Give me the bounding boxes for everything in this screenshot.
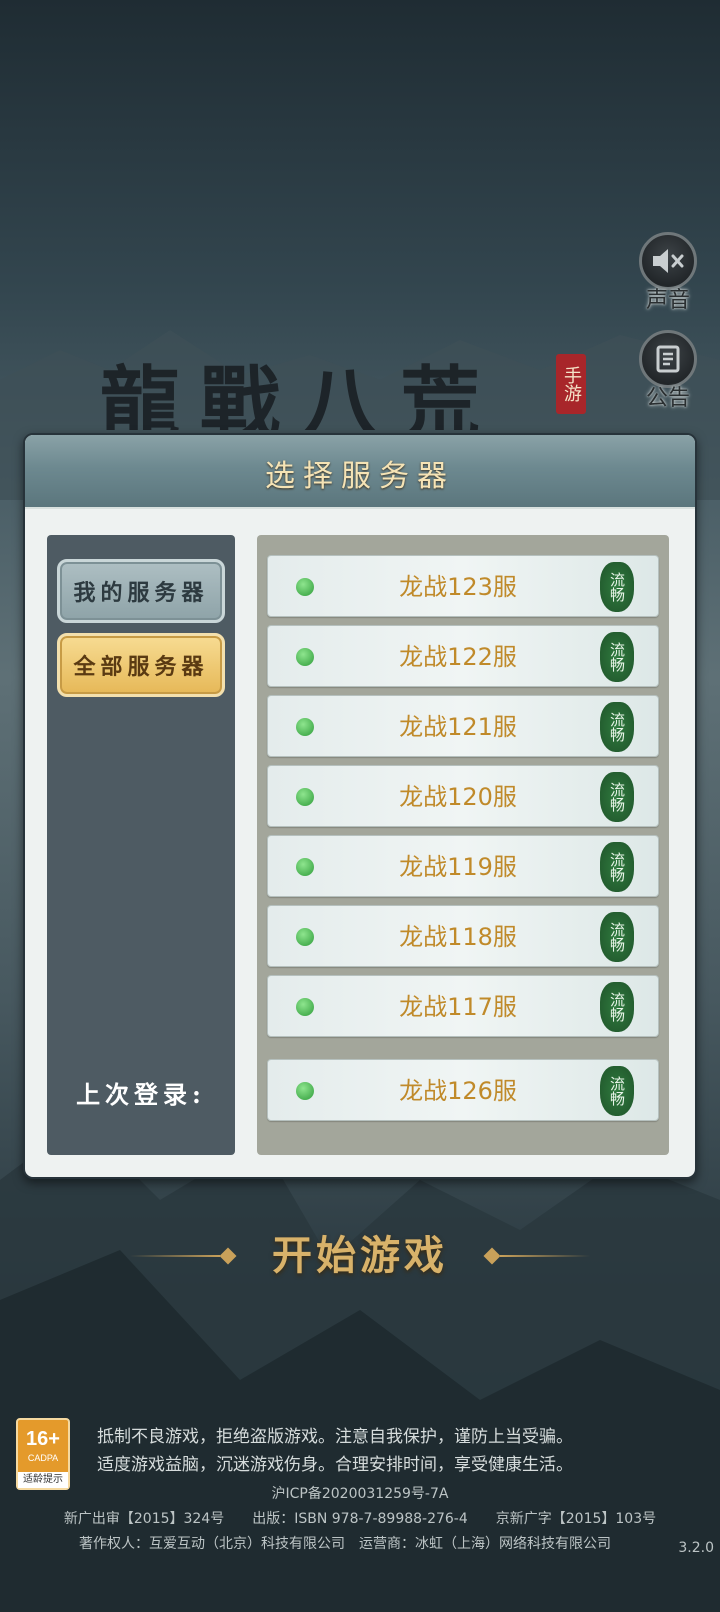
server-name: 龙战123服 bbox=[399, 573, 517, 601]
server-name: 龙战122服 bbox=[399, 643, 517, 671]
status-badge: 流畅 bbox=[600, 982, 634, 1032]
server-row[interactable]: 龙战120服 流畅 bbox=[267, 765, 659, 827]
status-badge: 流畅 bbox=[600, 772, 634, 822]
status-badge: 流畅 bbox=[600, 632, 634, 682]
last-login-server-row[interactable]: 龙战126服 流畅 bbox=[267, 1059, 659, 1121]
panel-header: 选择服务器 bbox=[25, 435, 695, 509]
online-status-icon bbox=[296, 858, 314, 876]
server-row[interactable]: 龙战117服 流畅 bbox=[267, 975, 659, 1037]
version-number: 3.2.0 bbox=[678, 1540, 714, 1556]
server-name: 龙战121服 bbox=[399, 713, 517, 741]
server-name: 龙战120服 bbox=[399, 783, 517, 811]
server-select-panel: 选择服务器 我的服务器 全部服务器 上次登录: 龙战123服 流畅 龙战122服… bbox=[23, 433, 697, 1179]
logo-seal: 手游 bbox=[556, 354, 586, 414]
tab-my-servers[interactable]: 我的服务器 bbox=[57, 559, 225, 623]
server-row[interactable]: 龙战123服 流畅 bbox=[267, 555, 659, 617]
status-badge: 流畅 bbox=[600, 702, 634, 752]
online-status-icon bbox=[296, 648, 314, 666]
last-login-label: 上次登录: bbox=[76, 1080, 206, 1109]
status-badge: 流畅 bbox=[600, 912, 634, 962]
server-row[interactable]: 龙战118服 流畅 bbox=[267, 905, 659, 967]
sound-label: 声音 bbox=[645, 288, 690, 313]
notice-button[interactable]: 公告 bbox=[636, 330, 700, 412]
publication-approval: 新广出审【2015】324号 出版：ISBN 978-7-89988-276-4… bbox=[63, 1511, 657, 1527]
server-row[interactable]: 龙战121服 流畅 bbox=[267, 695, 659, 757]
server-name: 龙战119服 bbox=[399, 853, 517, 881]
sound-toggle-button[interactable]: 声音 bbox=[636, 232, 700, 314]
status-badge: 流畅 bbox=[600, 1066, 634, 1116]
server-name: 龙战118服 bbox=[399, 923, 517, 951]
server-name: 龙战126服 bbox=[399, 1077, 517, 1105]
notice-label: 公告 bbox=[645, 386, 690, 411]
copyright-info: 著作权人：互爱互动（北京）科技有限公司 运营商：冰虹（上海）网络科技有限公司 bbox=[79, 1536, 611, 1552]
server-row[interactable]: 龙战119服 流畅 bbox=[267, 835, 659, 897]
icp-number: 沪ICP备2020031259号-7A bbox=[271, 1486, 449, 1502]
server-list: 龙战123服 流畅 龙战122服 流畅 龙战121服 流畅 龙战120服 流畅 … bbox=[257, 535, 669, 1155]
tab-all-servers[interactable]: 全部服务器 bbox=[57, 633, 225, 697]
health-notice-line1: 抵制不良游戏，拒绝盗版游戏。注意自我保护，谨防上当受骗。 bbox=[97, 1427, 573, 1447]
online-status-icon bbox=[296, 928, 314, 946]
panel-title: 选择服务器 bbox=[265, 459, 455, 494]
health-notice-line2: 适度游戏益脑，沉迷游戏伤身。合理安排时间，享受健康生活。 bbox=[97, 1455, 573, 1475]
status-badge: 流畅 bbox=[600, 842, 634, 892]
age-rating-value: 16+ bbox=[26, 1428, 60, 1450]
start-game-button[interactable]: 开始游戏 bbox=[130, 1228, 590, 1284]
server-category-sidebar: 我的服务器 全部服务器 上次登录: bbox=[47, 535, 235, 1155]
online-status-icon bbox=[296, 998, 314, 1016]
online-status-icon bbox=[296, 718, 314, 736]
age-rating-org: CADPA bbox=[27, 1453, 59, 1463]
online-status-icon bbox=[296, 578, 314, 596]
server-name: 龙战117服 bbox=[399, 993, 517, 1021]
online-status-icon bbox=[296, 788, 314, 806]
server-row[interactable]: 龙战122服 流畅 bbox=[267, 625, 659, 687]
divider bbox=[500, 1255, 590, 1257]
age-rating-badge[interactable]: 16+ CADPA 适龄提示 bbox=[16, 1418, 70, 1490]
online-status-icon bbox=[296, 1082, 314, 1100]
game-logo: 龍戰八荒 bbox=[100, 357, 500, 430]
status-badge: 流畅 bbox=[600, 562, 634, 612]
